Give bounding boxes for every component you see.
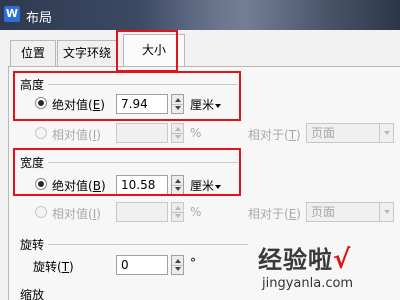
- height-highlight: [13, 71, 241, 121]
- width-relative-shortcut: I: [92, 207, 97, 221]
- chevron-down-icon[interactable]: [379, 124, 393, 142]
- tab-text-wrapping[interactable]: 文字环绕: [57, 40, 117, 66]
- spinner-divider: [172, 212, 183, 213]
- watermark-logo: 经验啦√: [258, 240, 351, 275]
- width-relative-label: 相对值(I): [52, 207, 101, 221]
- size-tab-highlight: [116, 30, 178, 72]
- height-relative-to-select[interactable]: 页面: [306, 123, 394, 143]
- watermark-text: 经验啦: [258, 246, 333, 274]
- rotation-input[interactable]: 0: [116, 255, 168, 275]
- width-relative-to-label: 相对于(E): [248, 207, 301, 221]
- height-relative-spinner[interactable]: [171, 123, 184, 143]
- checkmark-icon: √: [333, 245, 352, 275]
- height-relative-radio[interactable]: [35, 127, 47, 139]
- chevron-down-icon[interactable]: [379, 203, 393, 221]
- height-relative-to-shortcut: T: [288, 128, 297, 142]
- height-relative-to-value: 页面: [311, 126, 336, 140]
- spinner-divider: [172, 133, 183, 134]
- width-relative-to-shortcut: E: [288, 207, 297, 221]
- title-bar-background: [140, 0, 400, 30]
- width-relative-spinner[interactable]: [171, 202, 184, 222]
- title-bar: W 布局: [0, 0, 400, 30]
- rotation-section-label: 旋转: [20, 238, 45, 252]
- spinner-divider: [172, 265, 183, 266]
- rotation-label-text: 旋转: [33, 260, 58, 274]
- scale-section-label: 缩放: [20, 288, 45, 300]
- tab-position[interactable]: 位置: [10, 40, 56, 66]
- height-relative-input[interactable]: [116, 123, 168, 143]
- app-icon: W: [4, 6, 20, 22]
- width-highlight: [13, 148, 241, 196]
- rotation-shortcut: T: [61, 260, 70, 274]
- spinner-up-icon[interactable]: [175, 127, 181, 131]
- rotation-section-divider: [48, 244, 248, 245]
- height-relative-percent: %: [190, 126, 202, 140]
- spinner-down-icon[interactable]: [175, 267, 181, 271]
- height-relative-to-label: 相对于(T): [248, 128, 301, 142]
- width-relative-to-select[interactable]: 页面: [306, 202, 394, 222]
- width-relative-radio[interactable]: [35, 206, 47, 218]
- watermark-url: jingyanla.com: [262, 276, 354, 291]
- height-relative-label: 相对值(I): [52, 128, 101, 142]
- height-relative-shortcut: I: [92, 128, 97, 142]
- dialog-title: 布局: [26, 11, 53, 26]
- spinner-down-icon[interactable]: [175, 214, 181, 218]
- rotation-degree-unit: °: [190, 256, 196, 270]
- width-relative-to-value: 页面: [311, 205, 336, 219]
- width-relative-label-text: 相对值: [52, 207, 89, 221]
- width-relative-percent: %: [190, 205, 202, 219]
- height-relative-label-text: 相对值: [52, 128, 89, 142]
- rotation-spinner[interactable]: [171, 255, 184, 275]
- spinner-down-icon[interactable]: [175, 135, 181, 139]
- width-relative-input[interactable]: [116, 202, 168, 222]
- spinner-up-icon[interactable]: [175, 206, 181, 210]
- rotation-label: 旋转(T): [33, 260, 74, 274]
- height-relative-to-label-text: 相对于: [248, 128, 285, 142]
- width-relative-to-label-text: 相对于: [248, 207, 285, 221]
- spinner-up-icon[interactable]: [175, 259, 181, 263]
